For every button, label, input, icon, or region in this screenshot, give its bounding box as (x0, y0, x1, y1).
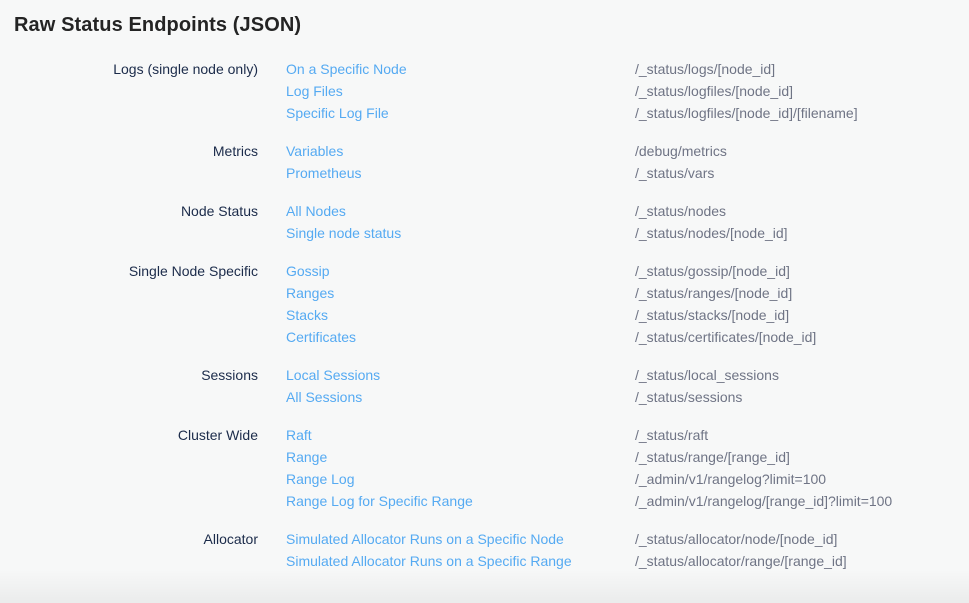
category-label: Allocator (0, 528, 258, 550)
endpoint-link[interactable]: All Sessions (286, 386, 362, 408)
endpoint-link[interactable]: Ranges (286, 282, 334, 304)
paths-column: /_status/logs/[node_id]/_status/logfiles… (635, 58, 969, 124)
endpoint-path: /_status/nodes/[node_id] (635, 222, 969, 244)
endpoint-path: /_status/raft (635, 424, 969, 446)
endpoint-path: /_status/certificates/[node_id] (635, 326, 969, 348)
endpoint-section: Logs (single node only) On a Specific No… (0, 58, 969, 124)
endpoint-link[interactable]: Simulated Allocator Runs on a Specific N… (286, 528, 564, 550)
endpoint-section: Metrics VariablesPrometheus /debug/metri… (0, 140, 969, 184)
endpoint-link[interactable]: Local Sessions (286, 364, 380, 386)
links-column: RaftRangeRange LogRange Log for Specific… (258, 424, 635, 512)
paths-column: /_status/nodes/_status/nodes/[node_id] (635, 200, 969, 244)
endpoint-section: Node Status All NodesSingle node status … (0, 200, 969, 244)
endpoint-path: /_admin/v1/rangelog?limit=100 (635, 468, 969, 490)
endpoint-link[interactable]: On a Specific Node (286, 58, 407, 80)
endpoint-path: /_status/stacks/[node_id] (635, 304, 969, 326)
endpoint-path: /_status/nodes (635, 200, 969, 222)
endpoint-path: /_status/vars (635, 162, 969, 184)
endpoint-section: Sessions Local SessionsAll Sessions /_st… (0, 364, 969, 408)
category-label: Cluster Wide (0, 424, 258, 446)
endpoint-link[interactable]: Log Files (286, 80, 343, 102)
paths-column: /_status/gossip/[node_id]/_status/ranges… (635, 260, 969, 348)
endpoint-path: /_status/logs/[node_id] (635, 58, 969, 80)
links-column: Local SessionsAll Sessions (258, 364, 635, 408)
category-label: Logs (single node only) (0, 58, 258, 80)
paths-column: /_status/local_sessions/_status/sessions (635, 364, 969, 408)
endpoint-link[interactable]: Specific Log File (286, 102, 389, 124)
endpoint-path: /_status/allocator/range/[range_id] (635, 550, 969, 572)
page-title: Raw Status Endpoints (JSON) (0, 0, 969, 37)
endpoint-section: Cluster Wide RaftRangeRange LogRange Log… (0, 424, 969, 512)
links-column: All NodesSingle node status (258, 200, 635, 244)
endpoint-path: /_status/ranges/[node_id] (635, 282, 969, 304)
endpoint-link[interactable]: All Nodes (286, 200, 346, 222)
endpoint-link[interactable]: Simulated Allocator Runs on a Specific R… (286, 550, 572, 572)
endpoint-path: /_status/allocator/node/[node_id] (635, 528, 969, 550)
links-column: Simulated Allocator Runs on a Specific N… (258, 528, 635, 572)
endpoint-section: Single Node Specific GossipRangesStacksC… (0, 260, 969, 348)
paths-column: /_status/allocator/node/[node_id]/_statu… (635, 528, 969, 572)
endpoint-link[interactable]: Gossip (286, 260, 330, 282)
paths-column: /_status/raft/_status/range/[range_id]/_… (635, 424, 969, 512)
endpoint-link[interactable]: Stacks (286, 304, 328, 326)
endpoint-link[interactable]: Range Log (286, 468, 355, 490)
endpoint-link[interactable]: Certificates (286, 326, 356, 348)
endpoint-path: /_status/sessions (635, 386, 969, 408)
endpoint-link[interactable]: Variables (286, 140, 343, 162)
endpoint-path: /_status/range/[range_id] (635, 446, 969, 468)
links-column: GossipRangesStacksCertificates (258, 260, 635, 348)
endpoint-link[interactable]: Range Log for Specific Range (286, 490, 473, 512)
category-label: Single Node Specific (0, 260, 258, 282)
endpoint-link[interactable]: Raft (286, 424, 312, 446)
endpoint-link[interactable]: Range (286, 446, 327, 468)
endpoint-link[interactable]: Prometheus (286, 162, 361, 184)
endpoint-link[interactable]: Single node status (286, 222, 401, 244)
endpoint-path: /_status/logfiles/[node_id] (635, 80, 969, 102)
links-column: On a Specific NodeLog FilesSpecific Log … (258, 58, 635, 124)
category-label: Node Status (0, 200, 258, 222)
endpoint-path: /_admin/v1/rangelog/[range_id]?limit=100 (635, 490, 969, 512)
paths-column: /debug/metrics/_status/vars (635, 140, 969, 184)
endpoint-path: /debug/metrics (635, 140, 969, 162)
endpoints-table: Logs (single node only) On a Specific No… (0, 58, 969, 572)
endpoint-section: Allocator Simulated Allocator Runs on a … (0, 528, 969, 572)
endpoint-path: /_status/local_sessions (635, 364, 969, 386)
endpoint-path: /_status/gossip/[node_id] (635, 260, 969, 282)
category-label: Sessions (0, 364, 258, 386)
category-label: Metrics (0, 140, 258, 162)
endpoint-path: /_status/logfiles/[node_id]/[filename] (635, 102, 969, 124)
links-column: VariablesPrometheus (258, 140, 635, 184)
